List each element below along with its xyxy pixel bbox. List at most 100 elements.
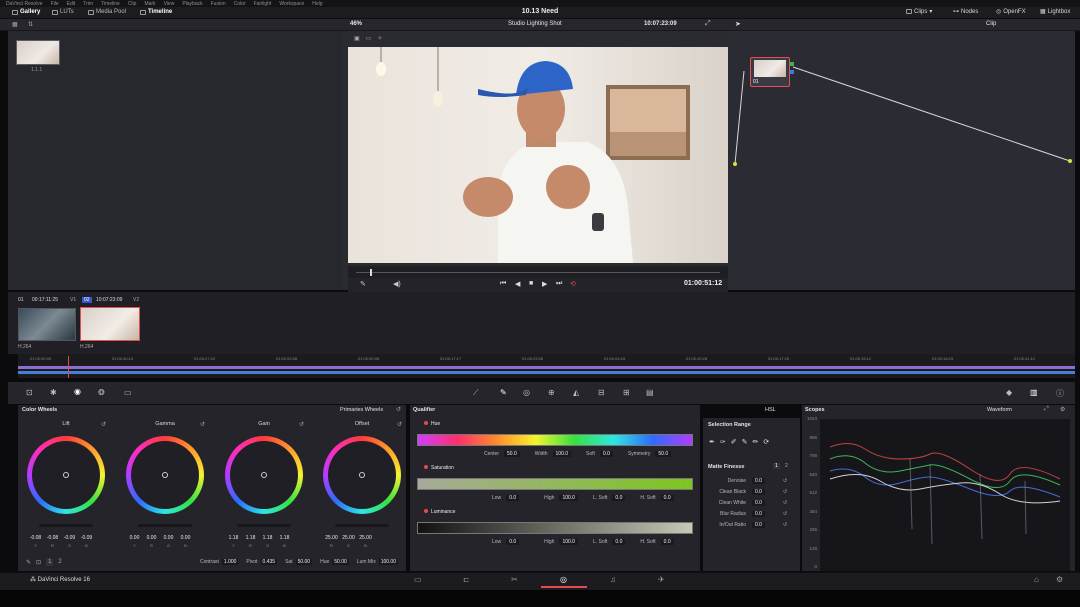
reset-offset-icon[interactable]: ↺ [397, 421, 402, 428]
gamma-wheel-puck[interactable] [162, 472, 168, 478]
edit-page-icon[interactable]: ✂ [511, 575, 518, 584]
fullscreen-icon[interactable]: ⤢ [705, 20, 711, 28]
rgb-mixer-icon[interactable]: ❂ [98, 388, 105, 397]
eyedropper-minus-icon[interactable]: ✑ [720, 438, 726, 446]
luminance-enable[interactable] [424, 509, 428, 513]
hue-bar[interactable] [417, 434, 693, 446]
camera-raw-icon[interactable]: ⊡ [26, 388, 33, 397]
lum-high[interactable]: 100.0 [559, 539, 578, 545]
reset-icon[interactable]: ↺ [783, 489, 787, 495]
scope-mode-select[interactable]: Waveform [987, 407, 1012, 413]
gain-master-slider[interactable] [237, 524, 291, 527]
stop-icon[interactable]: ■ [529, 280, 533, 287]
matte-page-2[interactable]: 2 [785, 463, 788, 469]
menu-item[interactable]: Clip [128, 1, 137, 7]
gain-wheel-puck[interactable] [261, 472, 267, 478]
menu-item[interactable]: Fairlight [254, 1, 272, 7]
wheels-page-2[interactable]: 2 [58, 559, 61, 566]
adjust-value[interactable]: 1.000 [221, 559, 239, 565]
eyedropper-plus-icon[interactable]: ✐ [731, 438, 737, 446]
timeline-playhead[interactable] [68, 356, 69, 378]
hue-enable[interactable] [424, 421, 428, 425]
menu-item[interactable]: Edit [67, 1, 76, 7]
mode-select[interactable]: Clip [986, 21, 996, 27]
speaker-icon[interactable]: ◀) [393, 280, 401, 288]
play-icon[interactable]: ▶ [542, 280, 547, 288]
menu-item[interactable]: Trim [83, 1, 93, 7]
reset-all-icon[interactable]: ↺ [396, 406, 401, 413]
wheels-mode-select[interactable]: Primaries Wheels [340, 407, 383, 413]
lift-wheel-puck[interactable] [63, 472, 69, 478]
hue-soft[interactable]: 0.0 [599, 451, 613, 457]
reset-icon[interactable]: ↺ [783, 500, 787, 506]
sat-lsoft[interactable]: 0.0 [612, 495, 626, 501]
blur-icon[interactable]: ◭ [573, 388, 579, 397]
wheel-value[interactable]: -0.08 [46, 535, 59, 541]
lift-wheel[interactable] [27, 436, 105, 514]
sat-high[interactable]: 100.0 [559, 495, 578, 501]
highlight-icon[interactable]: ✧ [377, 35, 382, 42]
menu-item[interactable]: Playback [182, 1, 202, 7]
reset-gamma-icon[interactable]: ↺ [200, 421, 205, 428]
offset-master-slider[interactable] [335, 524, 389, 527]
sat-low[interactable]: 0.0 [506, 495, 520, 501]
home-icon[interactable]: ⌂ [1034, 575, 1039, 584]
scope-settings-icon[interactable]: ⚙ [1060, 406, 1065, 413]
matte-page-1[interactable]: 1 [773, 463, 780, 469]
adjust-value[interactable]: 50.00 [295, 559, 313, 565]
adjust-value[interactable]: 100.00 [378, 559, 398, 565]
auto-balance-icon[interactable]: ⊡ [36, 559, 41, 566]
skip-start-icon[interactable]: ⏮ [500, 280, 506, 288]
hue-width[interactable]: 100.0 [552, 451, 572, 457]
sat-hsoft[interactable]: 0.0 [660, 495, 674, 501]
wheel-value[interactable]: 0.00 [128, 535, 141, 541]
tab-nodes[interactable]: ⊶ Nodes [953, 8, 978, 16]
info-icon[interactable]: ⓘ [1056, 388, 1064, 399]
window-icon[interactable]: ◎ [523, 388, 530, 397]
wheel-value[interactable]: 1.18 [261, 535, 274, 541]
hue-symmetry[interactable]: 50.0 [655, 451, 672, 457]
saturation-bar[interactable] [417, 478, 693, 490]
reverse-icon[interactable]: ◀ [515, 280, 520, 288]
saturation-enable[interactable] [424, 465, 428, 469]
tab-lightbox[interactable]: ▦ Lightbox [1040, 8, 1070, 16]
gallery-still[interactable] [16, 40, 60, 65]
scope-expand-icon[interactable]: ⤢ [1044, 406, 1049, 413]
mini-timeline[interactable]: 01:00:00:00 01:00:40:13 01:00:27:22 01:00:5… [18, 354, 1075, 378]
offset-wheel-puck[interactable] [359, 472, 365, 478]
grid-view-icon[interactable]: ▦ [12, 21, 18, 28]
tab-timeline[interactable]: Timeline [140, 9, 172, 15]
loop-icon[interactable]: ⟲ [570, 280, 576, 288]
wheel-value[interactable]: 25.00 [325, 535, 338, 541]
matte-value[interactable]: 0.0 [752, 478, 765, 484]
sort-icon[interactable]: ⇅ [28, 21, 33, 28]
picker-icon[interactable]: ✎ [26, 559, 31, 566]
gain-wheel[interactable] [225, 436, 303, 514]
wheel-value[interactable]: 25.00 [359, 535, 372, 541]
tab-media-pool[interactable]: Media Pool [88, 9, 126, 15]
color-wheels-icon[interactable]: ◉ [74, 387, 81, 396]
eyedropper-icon[interactable]: ✒ [709, 438, 715, 446]
wheel-value[interactable]: -0.09 [80, 535, 93, 541]
node-output-green[interactable] [790, 62, 794, 66]
node-output-blue[interactable] [790, 70, 794, 74]
matte-value[interactable]: 0.0 [752, 489, 765, 495]
wheel-value[interactable]: 0.00 [162, 535, 175, 541]
wheel-value[interactable]: 1.18 [278, 535, 291, 541]
qualifier-mode[interactable]: HSL [765, 407, 776, 413]
feather-minus-icon[interactable]: ✎ [742, 438, 748, 446]
feather-plus-icon[interactable]: ✏ [753, 438, 759, 446]
reset-gain-icon[interactable]: ↺ [299, 421, 304, 428]
clip-thumbnail-1[interactable] [18, 308, 76, 341]
split-screen-icon[interactable]: ▭ [366, 35, 372, 42]
color-match-icon[interactable]: ✱ [50, 388, 57, 397]
tab-gallery[interactable]: Gallery [12, 9, 40, 15]
pointer-icon[interactable]: ➤ [735, 20, 741, 28]
skip-end-icon[interactable]: ⏭ [556, 280, 562, 288]
fairlight-page-icon[interactable]: ♫ [610, 575, 616, 584]
invert-icon[interactable]: ⟳ [763, 438, 769, 446]
curves-icon[interactable]: ⟋ [473, 388, 479, 398]
matte-value[interactable]: 0.0 [752, 522, 765, 528]
wheel-value[interactable]: 0.00 [145, 535, 158, 541]
color-page-icon[interactable]: ◎ [560, 575, 567, 584]
